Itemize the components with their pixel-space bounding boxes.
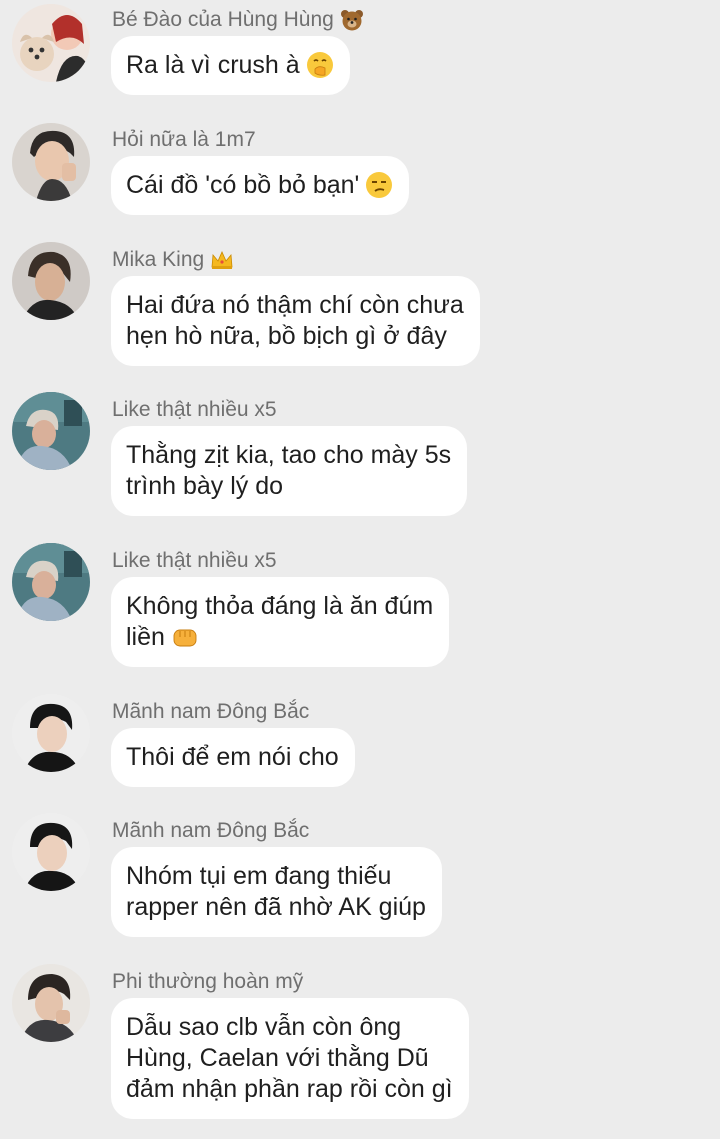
- crown-icon: [210, 249, 234, 271]
- sender-name: Mika King: [112, 248, 234, 272]
- message-line: đảm nhận phần rap rồi còn gì: [126, 1075, 453, 1103]
- sender-name: Mãnh nam Đông Bắc: [112, 700, 309, 724]
- sender-name: Hỏi nữa là 1m7: [112, 128, 256, 152]
- oncoming-fist-icon: [171, 623, 199, 651]
- avatar[interactable]: [12, 392, 90, 470]
- message-line: Cái đồ 'có bồ bỏ bạn': [126, 170, 393, 201]
- message-bubble[interactable]: Ra là vì crush à: [111, 36, 350, 95]
- message-line: Ra là vì crush à: [126, 50, 334, 81]
- message-line: hẹn hò nữa, bồ bịch gì ở đây: [126, 322, 447, 350]
- message-line: Dẫu sao clb vẫn còn ông: [126, 1013, 402, 1041]
- chat-thread: Bé Đào của Hùng Hùng Ra là vì crush à Hỏ…: [0, 0, 720, 1139]
- sender-name: Like thật nhiều x5: [112, 549, 277, 573]
- message-text: Cái đồ 'có bồ bỏ bạn': [126, 171, 360, 199]
- avatar[interactable]: [12, 813, 90, 891]
- message-bubble[interactable]: Cái đồ 'có bồ bỏ bạn': [111, 156, 410, 215]
- message-text: liền: [126, 623, 165, 651]
- message-text: Ra là vì crush à: [126, 51, 300, 79]
- message-line: Thằng zịt kia, tao cho mày 5s: [126, 441, 452, 469]
- sender-name-text: Hỏi nữa là 1m7: [112, 128, 256, 151]
- avatar[interactable]: [12, 242, 90, 320]
- message-bubble[interactable]: Thôi để em nói cho: [111, 728, 355, 787]
- message-bubble[interactable]: Dẫu sao clb vẫn còn ông Hùng, Caelan với…: [111, 998, 469, 1119]
- avatar[interactable]: [12, 694, 90, 772]
- message-line: rapper nên đã nhờ AK giúp: [126, 893, 426, 921]
- sender-name-text: Like thật nhiều x5: [112, 549, 277, 572]
- face-with-hand-over-mouth-icon: [306, 51, 334, 79]
- sender-name-text: Bé Đào của Hùng Hùng: [112, 8, 334, 31]
- sender-name: Like thật nhiều x5: [112, 398, 277, 422]
- avatar[interactable]: [12, 4, 90, 82]
- sender-name-text: Phi thường hoàn mỹ: [112, 970, 304, 993]
- message-line: Thôi để em nói cho: [126, 743, 339, 771]
- message-line: Không thỏa đáng là ăn đúm: [126, 592, 434, 620]
- message-line: trình bày lý do: [126, 472, 284, 500]
- sender-name-text: Mãnh nam Đông Bắc: [112, 700, 310, 723]
- message-line: Nhóm tụi em đang thiếu: [126, 862, 392, 890]
- message-bubble[interactable]: Hai đứa nó thậm chí còn chưa hẹn hò nữa,…: [111, 276, 480, 366]
- sender-name-text: Mika King: [112, 248, 205, 271]
- sender-name-text: Like thật nhiều x5: [112, 398, 277, 421]
- avatar[interactable]: [12, 543, 90, 621]
- message-bubble[interactable]: Nhóm tụi em đang thiếu rapper nên đã nhờ…: [111, 847, 442, 937]
- message-bubble[interactable]: Không thỏa đáng là ăn đúm liền: [111, 577, 450, 667]
- sender-name-text: Mãnh nam Đông Bắc: [112, 819, 310, 842]
- message-bubble[interactable]: Thằng zịt kia, tao cho mày 5s trình bày …: [111, 426, 468, 516]
- avatar[interactable]: [12, 964, 90, 1042]
- unamused-face-icon: [365, 171, 393, 199]
- sender-name: Phi thường hoàn mỹ: [112, 970, 303, 994]
- sender-name: Mãnh nam Đông Bắc: [112, 819, 309, 843]
- sender-name: Bé Đào của Hùng Hùng: [112, 8, 364, 32]
- message-line: Hùng, Caelan với thằng Dũ: [126, 1044, 429, 1072]
- message-line: Hai đứa nó thậm chí còn chưa: [126, 291, 464, 319]
- message-line: liền: [126, 622, 433, 653]
- bear-face-icon: [340, 9, 364, 31]
- avatar[interactable]: [12, 123, 90, 201]
